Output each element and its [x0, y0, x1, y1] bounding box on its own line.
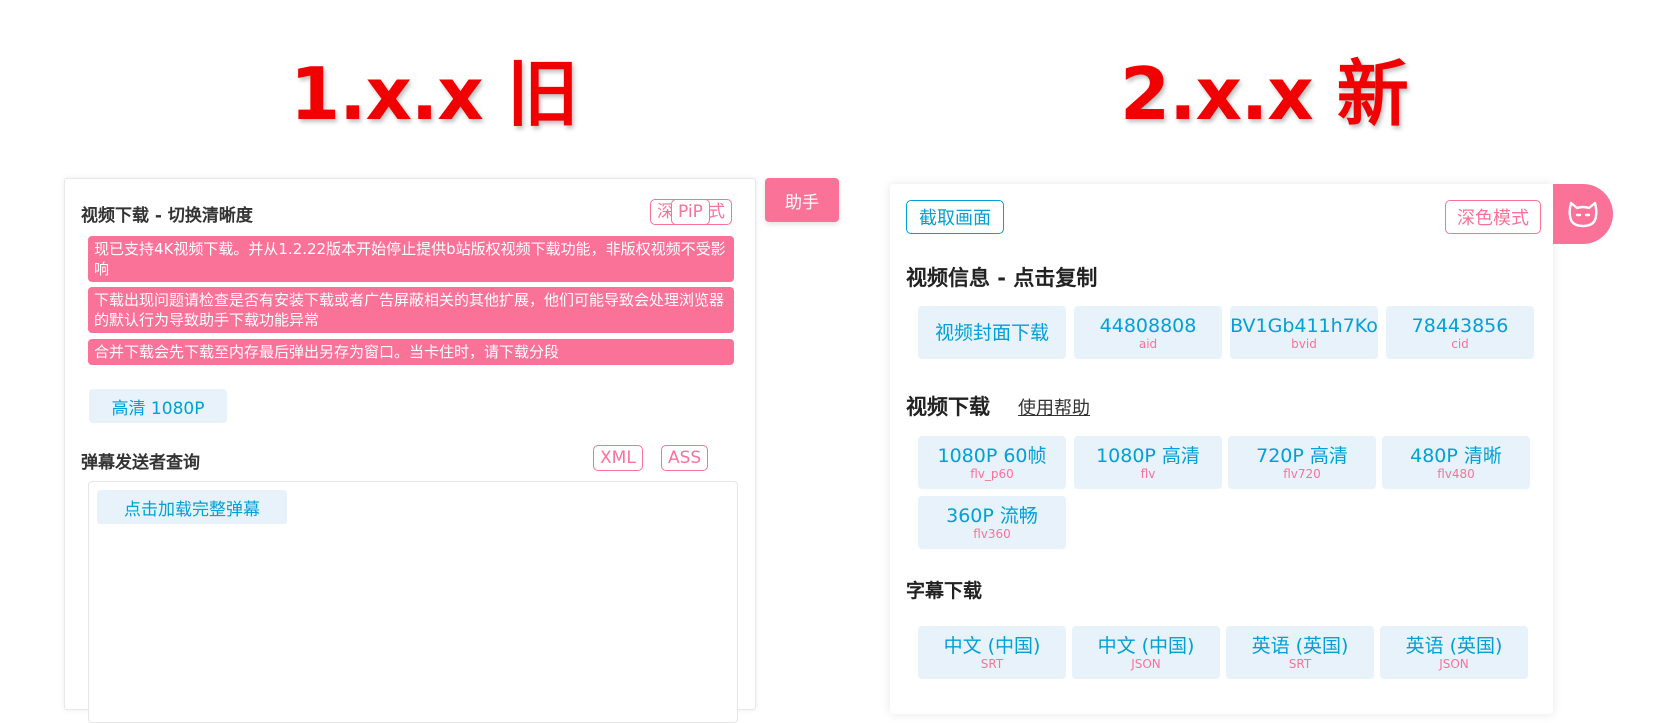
video-download-title: 视频下载: [906, 395, 990, 419]
download-720p-tile[interactable]: 720P 高清 flv720: [1228, 436, 1376, 489]
notice-merge: 合并下载会先下载至内存最后弹出另存为窗口。当卡住时，请下载分段: [88, 339, 734, 365]
cid-tile[interactable]: 78443856 cid: [1386, 306, 1534, 359]
tile-label: 720P 高清: [1256, 444, 1348, 467]
download-480p-tile[interactable]: 480P 清晰 flv480: [1382, 436, 1530, 489]
tile-label: 中文 (中国): [1097, 634, 1195, 657]
download-1080p60-tile[interactable]: 1080P 60帧 flv_p60: [918, 436, 1066, 489]
subtitle-download-title: 字幕下载: [906, 580, 983, 602]
capture-frame-button[interactable]: 截取画面: [906, 200, 1004, 234]
video-download-header: 视频下载 - 切换清晰度: [81, 206, 253, 226]
tile-value: 78443856: [1411, 314, 1509, 337]
help-link[interactable]: 使用帮助: [1018, 394, 1090, 420]
tile-key: cid: [1451, 336, 1469, 351]
tile-format: JSON: [1439, 656, 1469, 671]
new-version-title: 2.x.x 新: [1120, 52, 1409, 136]
danmaku-list-box: 点击加载完整弹幕: [88, 481, 738, 723]
tile-format: SRT: [1288, 656, 1312, 671]
tile-format: flv: [1140, 466, 1156, 481]
danmaku-sender-header: 弹幕发送者查询: [81, 453, 200, 473]
aid-tile[interactable]: 44808808 aid: [1074, 306, 1222, 359]
tile-format: flv360: [973, 526, 1011, 541]
tile-label: 360P 流畅: [946, 504, 1038, 527]
helper-toggle-button[interactable]: 助手: [765, 178, 839, 222]
cat-icon: [1568, 201, 1598, 228]
video-info-title: 视频信息 - 点击复制: [906, 266, 1098, 290]
quality-1080p-button[interactable]: 高清 1080P: [89, 389, 227, 423]
tile-label: 英语 (英国): [1405, 634, 1503, 657]
tile-label: 1080P 高清: [1096, 444, 1200, 467]
ass-button[interactable]: ASS: [661, 445, 709, 471]
subtitle-en-json-tile[interactable]: 英语 (英国) JSON: [1380, 626, 1528, 679]
download-1080p-tile[interactable]: 1080P 高清 flv: [1074, 436, 1222, 489]
pip-button[interactable]: PiP: [671, 199, 710, 225]
tile-format: flv720: [1283, 466, 1321, 481]
helper-toggle-button[interactable]: [1553, 184, 1613, 244]
tile-format: flv480: [1437, 466, 1475, 481]
dark-mode-button[interactable]: 深色模式: [1445, 200, 1541, 234]
tile-format: SRT: [980, 656, 1004, 671]
subtitle-en-srt-tile[interactable]: 英语 (英国) SRT: [1226, 626, 1374, 679]
download-360p-tile[interactable]: 360P 流畅 flv360: [918, 496, 1066, 549]
subtitle-zh-srt-tile[interactable]: 中文 (中国) SRT: [918, 626, 1066, 679]
new-helper-panel: 截取画面 深色模式 视频信息 - 点击复制 视频封面下载 44808808 ai…: [890, 184, 1553, 714]
subtitle-zh-json-tile[interactable]: 中文 (中国) JSON: [1072, 626, 1220, 679]
xml-button[interactable]: XML: [593, 445, 643, 471]
cover-download-tile[interactable]: 视频封面下载: [918, 306, 1066, 359]
tile-label: 1080P 60帧: [937, 444, 1047, 467]
tile-value: 44808808: [1099, 314, 1197, 337]
load-full-danmaku-button[interactable]: 点击加载完整弹幕: [97, 490, 287, 524]
notice-extensions: 下载出现问题请检查是否有安装下载或者广告屏蔽相关的其他扩展，他们可能导致会处理浏…: [88, 287, 734, 333]
old-version-title: 1.x.x 旧: [290, 52, 579, 136]
tile-key: bvid: [1291, 336, 1317, 351]
tile-label: 480P 清晰: [1410, 444, 1502, 467]
tile-key: aid: [1138, 336, 1158, 351]
tile-label: 中文 (中国): [943, 634, 1041, 657]
tile-format: flv_p60: [970, 466, 1014, 481]
tile-label: 视频封面下载: [934, 321, 1049, 344]
tile-label: 英语 (英国): [1251, 634, 1349, 657]
old-helper-panel: 视频下载 - 切换清晰度 深色模式 PiP 现已支持4K视频下载。并从1.2.2…: [64, 178, 756, 723]
tile-format: JSON: [1131, 656, 1161, 671]
tile-value: BV1Gb411h7Ko: [1230, 314, 1378, 337]
notice-4k: 现已支持4K视频下载。并从1.2.22版本开始停止提供b站版权视频下载功能，非版…: [88, 236, 734, 282]
bvid-tile[interactable]: BV1Gb411h7Ko bvid: [1230, 306, 1378, 359]
